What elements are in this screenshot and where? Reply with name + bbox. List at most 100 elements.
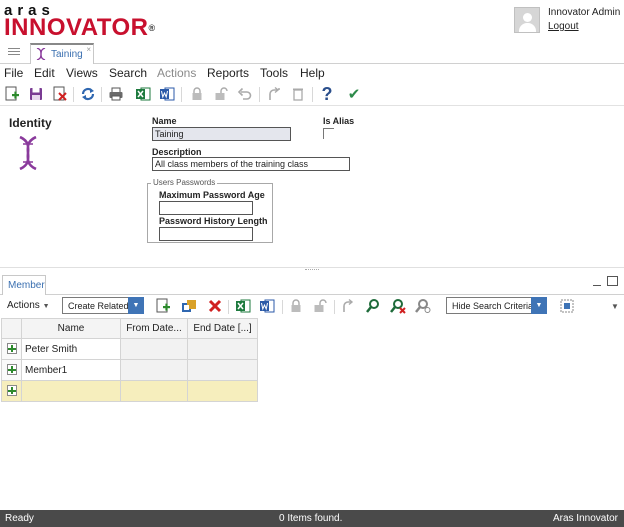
menu-views[interactable]: Views xyxy=(66,66,98,80)
chevron-down-icon: ▼ xyxy=(42,303,50,310)
search-row[interactable] xyxy=(1,380,258,402)
word-icon[interactable] xyxy=(258,297,276,315)
status-bar: Ready 0 Items found. Aras Innovator xyxy=(0,510,624,527)
excel-icon[interactable] xyxy=(234,297,252,315)
logout-link[interactable]: Logout xyxy=(548,21,579,32)
document-tabstrip: Taining × xyxy=(0,42,624,64)
main-toolbar: ? ✔ xyxy=(0,82,624,106)
menu-actions[interactable]: Actions xyxy=(157,66,196,80)
menu-edit[interactable]: Edit xyxy=(34,66,55,80)
app-header: aras INNOVATOR® Innovator Admin Logout xyxy=(0,0,624,42)
users-passwords-legend: Users Passwords xyxy=(151,178,218,187)
menu-file[interactable]: File xyxy=(4,66,23,80)
search-mode-select[interactable]: Hide Search Criteria ▼ xyxy=(446,297,547,314)
relationship-toolbar: Actions ▼ Create Related ▼ Hide Search C… xyxy=(0,296,624,318)
is-alias-checkbox[interactable] xyxy=(323,128,334,139)
column-header-end-date[interactable]: End Date [...] xyxy=(187,318,258,339)
new-relationship-icon[interactable] xyxy=(154,297,172,315)
print-icon[interactable] xyxy=(107,85,125,103)
product-name: Aras Innovator xyxy=(552,513,618,524)
column-header-from-date[interactable]: From Date... xyxy=(120,318,188,339)
done-icon[interactable]: ✔ xyxy=(345,85,363,103)
menu-bar: File Edit Views Search Actions Reports T… xyxy=(0,65,624,81)
grid-header-row: Name From Date... End Date [...] xyxy=(1,318,258,339)
tab-label: Taining xyxy=(51,49,83,60)
unlock-icon[interactable] xyxy=(212,85,230,103)
aras-innovator-logo: aras INNOVATOR® xyxy=(4,3,156,41)
name-label: Name xyxy=(152,116,177,126)
cell-name[interactable]: Member1 xyxy=(21,359,121,381)
lock-icon[interactable] xyxy=(188,85,206,103)
password-history-label: Password History Length xyxy=(159,216,268,226)
add-row-icon xyxy=(6,385,17,397)
search-icon[interactable] xyxy=(364,297,382,315)
minimize-icon[interactable] xyxy=(592,278,602,288)
delete-icon[interactable] xyxy=(51,85,69,103)
delete-relationship-icon[interactable] xyxy=(206,297,224,315)
row-marker[interactable] xyxy=(1,359,22,381)
identity-icon xyxy=(17,135,39,171)
items-found-text: 0 Items found. xyxy=(279,513,343,524)
member-grid: Name From Date... End Date [...] Peter S… xyxy=(1,318,258,402)
excel-icon[interactable] xyxy=(134,85,152,103)
promote-icon[interactable] xyxy=(339,297,357,315)
row-marker[interactable] xyxy=(1,338,22,360)
hamburger-menu-icon[interactable] xyxy=(8,46,20,58)
cell-from-date[interactable] xyxy=(120,359,188,381)
identity-icon xyxy=(36,47,46,63)
refresh-icon[interactable] xyxy=(79,85,97,103)
column-header-name[interactable]: Name xyxy=(21,318,121,339)
promote-icon[interactable] xyxy=(265,85,283,103)
row-marker[interactable] xyxy=(1,380,22,402)
menu-help[interactable]: Help xyxy=(300,66,325,80)
select-all-icon[interactable] xyxy=(558,297,576,315)
table-row[interactable]: Member1 xyxy=(1,359,258,381)
form-title: Identity xyxy=(9,116,52,130)
relationship-tabbar: Member xyxy=(0,273,624,295)
add-row-icon xyxy=(6,343,17,355)
toolbar-overflow-icon[interactable]: ▼ xyxy=(606,297,624,315)
user-name: Innovator Admin xyxy=(548,7,621,18)
menu-tools[interactable]: Tools xyxy=(260,66,288,80)
actions-dropdown[interactable]: Actions ▼ xyxy=(7,300,50,311)
unlock-icon[interactable] xyxy=(311,297,329,315)
purge-icon[interactable] xyxy=(289,85,307,103)
cell-end-date[interactable] xyxy=(187,338,258,360)
is-alias-label: Is Alias xyxy=(323,116,355,126)
menu-reports[interactable]: Reports xyxy=(207,66,249,80)
cell-from-date[interactable] xyxy=(120,338,188,360)
maximize-icon[interactable] xyxy=(607,276,618,286)
help-icon[interactable]: ? xyxy=(318,84,336,104)
lock-icon[interactable] xyxy=(287,297,305,315)
pick-related-icon[interactable] xyxy=(180,297,198,315)
chevron-down-icon: ▼ xyxy=(531,297,547,314)
undo-icon[interactable] xyxy=(236,85,254,103)
splitter-handle[interactable] xyxy=(305,269,319,271)
clear-search-icon[interactable] xyxy=(389,297,407,315)
max-password-age-field[interactable] xyxy=(159,201,253,215)
search-settings-icon[interactable] xyxy=(414,297,432,315)
cell-name[interactable]: Peter Smith xyxy=(21,338,121,360)
table-row[interactable]: Peter Smith xyxy=(1,338,258,360)
description-field[interactable]: All class members of the training class xyxy=(152,157,350,171)
logo-innovator-text: INNOVATOR® xyxy=(4,14,156,41)
save-icon[interactable] xyxy=(27,85,45,103)
create-related-select[interactable]: Create Related ▼ xyxy=(62,297,144,314)
menu-search[interactable]: Search xyxy=(109,66,147,80)
new-item-icon[interactable] xyxy=(3,85,21,103)
user-avatar[interactable] xyxy=(514,7,540,33)
cell-end-date[interactable] xyxy=(187,380,258,402)
password-history-field[interactable] xyxy=(159,227,253,241)
word-icon[interactable] xyxy=(158,85,176,103)
tab-close-icon[interactable]: × xyxy=(86,45,91,54)
chevron-down-icon: ▼ xyxy=(128,297,144,314)
status-text: Ready xyxy=(5,513,34,524)
tab-taining[interactable]: Taining × xyxy=(30,43,94,64)
name-field[interactable]: Taining xyxy=(152,127,291,141)
cell-from-date[interactable] xyxy=(120,380,188,402)
tab-member[interactable]: Member xyxy=(2,275,46,295)
cell-name[interactable] xyxy=(21,380,121,402)
add-row-icon xyxy=(6,364,17,376)
cell-end-date[interactable] xyxy=(187,359,258,381)
max-password-age-label: Maximum Password Age xyxy=(159,190,265,200)
